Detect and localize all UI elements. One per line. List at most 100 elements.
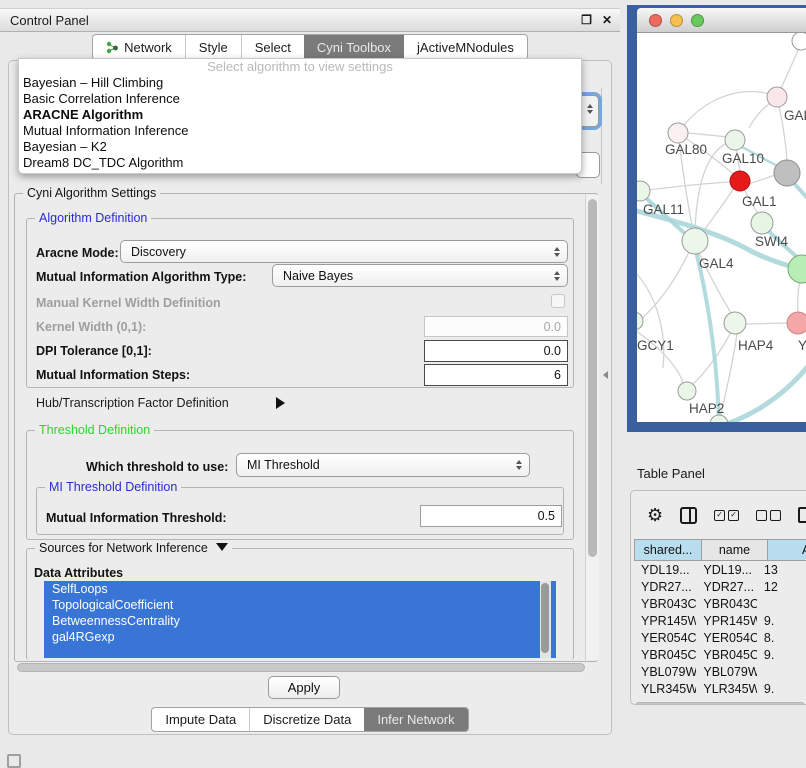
aracne-mode-value: Discovery bbox=[131, 245, 186, 259]
network-node[interactable] bbox=[787, 312, 806, 334]
tab-style[interactable]: Style bbox=[185, 35, 241, 59]
tab-discretize-data[interactable]: Discretize Data bbox=[249, 708, 364, 731]
network-node-label: SWI4 bbox=[755, 234, 788, 249]
settings-hscrollbar-thumb[interactable] bbox=[17, 663, 585, 672]
mi-threshold-field[interactable]: 0.5 bbox=[420, 505, 562, 527]
network-node[interactable] bbox=[725, 130, 745, 150]
tab-label: Cyni Toolbox bbox=[317, 40, 391, 55]
column-header-name[interactable]: name bbox=[702, 539, 768, 561]
close-icon[interactable]: ✕ bbox=[597, 13, 620, 27]
table-hscrollbar-thumb[interactable] bbox=[635, 702, 805, 705]
column-header-a[interactable]: A bbox=[768, 539, 806, 561]
which-threshold-combobox[interactable]: MI Threshold bbox=[236, 453, 530, 477]
float-window-icon[interactable]: ❒ bbox=[576, 13, 597, 27]
attribute-item[interactable]: BetweennessCentrality bbox=[44, 613, 556, 629]
gear-icon[interactable]: ⚙ bbox=[647, 506, 663, 524]
sources-title-text: Sources for Network Inference bbox=[39, 541, 208, 555]
algorithm-option[interactable]: Mutual Information Inference bbox=[19, 123, 581, 139]
table-row[interactable]: YER054CYER054C8. bbox=[634, 629, 806, 646]
tab-cyni-toolbox[interactable]: Cyni Toolbox bbox=[304, 35, 404, 59]
table-row[interactable]: YDL19...YDL19...13 bbox=[634, 561, 806, 578]
dpi-tolerance-field[interactable]: 0.0 bbox=[424, 340, 568, 362]
table-cell: 9. bbox=[757, 682, 806, 696]
network-node-label: GCY1 bbox=[637, 338, 674, 353]
restore-panel-icon[interactable] bbox=[7, 754, 21, 768]
table-row[interactable]: YBL079WYBL079W bbox=[634, 663, 806, 680]
which-threshold-label: Which threshold to use: bbox=[86, 460, 228, 474]
network-node[interactable] bbox=[678, 382, 696, 400]
tab-impute-data[interactable]: Impute Data bbox=[152, 708, 249, 731]
attribute-item[interactable]: gal4RGexp bbox=[44, 629, 556, 645]
column-header-shared[interactable]: shared... bbox=[634, 539, 702, 561]
manual-kernel-checkbox[interactable] bbox=[551, 294, 565, 308]
attribute-item[interactable]: TopologicalCoefficient bbox=[44, 597, 556, 613]
hub-expand-arrow-icon[interactable] bbox=[276, 397, 285, 409]
network-node[interactable] bbox=[637, 312, 643, 330]
algorithm-option[interactable]: Dream8 DC_TDC Algorithm bbox=[19, 155, 581, 171]
algorithm-option[interactable]: Bayesian – K2 bbox=[19, 139, 581, 155]
splitter-collapse-icon[interactable] bbox=[603, 371, 608, 379]
network-graph[interactable]: GALGAL80GAL10GAL1GAL11SWI4GAL4GCY1HAP4YH… bbox=[637, 33, 806, 422]
table-hscrollbar-track[interactable] bbox=[634, 701, 806, 705]
desktop: { "control_panel": { "title": "Control P… bbox=[0, 0, 806, 762]
aracne-mode-label: Aracne Mode: bbox=[36, 246, 119, 260]
settings-scrollbar-track[interactable] bbox=[585, 195, 599, 660]
table-row[interactable]: YLR345WYLR345W9. bbox=[634, 680, 806, 697]
apply-button[interactable]: Apply bbox=[268, 676, 340, 699]
attributes-scrollbar-thumb[interactable] bbox=[541, 583, 549, 653]
hub-definition-label: Hub/Transcription Factor Definition bbox=[36, 396, 229, 410]
network-edge bbox=[748, 175, 775, 184]
table-cell: YLR345W bbox=[696, 682, 757, 696]
table-cell: YER054C bbox=[696, 631, 757, 645]
network-node[interactable] bbox=[792, 33, 806, 50]
table-row[interactable]: YBR045CYBR045C9. bbox=[634, 646, 806, 663]
network-node[interactable] bbox=[788, 255, 806, 283]
network-node-label: GAL10 bbox=[722, 151, 764, 166]
network-node[interactable] bbox=[730, 171, 750, 191]
aracne-mode-combobox[interactable]: Discovery bbox=[120, 240, 568, 263]
tab-label: Network bbox=[124, 40, 172, 55]
table-cell: YER054C bbox=[634, 631, 696, 645]
settings-hscrollbar-track[interactable] bbox=[16, 662, 588, 673]
split-view-icon[interactable] bbox=[680, 507, 697, 524]
table-cell: YPR145W bbox=[634, 614, 696, 628]
sources-collapse-arrow-icon[interactable] bbox=[216, 543, 228, 551]
network-node-label: HAP2 bbox=[689, 401, 724, 416]
minimize-button[interactable] bbox=[670, 14, 683, 27]
mi-threshold-label: Mutual Information Threshold: bbox=[46, 511, 227, 525]
algorithm-option[interactable]: ARACNE Algorithm bbox=[19, 107, 581, 123]
network-edge bbox=[743, 323, 788, 324]
close-button[interactable] bbox=[649, 14, 662, 27]
attributes-scrollbar-track[interactable] bbox=[540, 581, 551, 658]
network-node[interactable] bbox=[767, 87, 787, 107]
network-node[interactable] bbox=[668, 123, 688, 143]
mi-steps-field[interactable]: 6 bbox=[424, 364, 568, 386]
network-node[interactable] bbox=[751, 212, 773, 234]
tab-infer-network[interactable]: Infer Network bbox=[364, 708, 467, 731]
zoom-button[interactable] bbox=[691, 14, 704, 27]
network-node[interactable] bbox=[682, 228, 708, 254]
table-row[interactable]: YPR145WYPR145W9. bbox=[634, 612, 806, 629]
table-row[interactable]: YDR27...YDR27...12 bbox=[634, 578, 806, 595]
dpi-tolerance-value: 0.0 bbox=[544, 344, 561, 358]
table-panel-title: Table Panel bbox=[627, 466, 705, 481]
settings-scrollbar-thumb[interactable] bbox=[588, 199, 597, 557]
tab-select[interactable]: Select bbox=[241, 35, 304, 59]
algorithm-option[interactable]: Basic Correlation Inference bbox=[19, 91, 581, 107]
algorithm-option[interactable]: Bayesian – Hill Climbing bbox=[19, 75, 581, 91]
select-none-icon[interactable] bbox=[756, 510, 781, 521]
tab-network[interactable]: Network bbox=[93, 35, 185, 59]
mi-type-combobox[interactable]: Naive Bayes bbox=[272, 264, 568, 287]
network-canvas[interactable]: GALGAL80GAL10GAL1GAL11SWI4GAL4GCY1HAP4YH… bbox=[637, 33, 806, 422]
select-all-icon[interactable]: ✓✓ bbox=[714, 510, 739, 521]
network-node[interactable] bbox=[724, 312, 746, 334]
table-toolbar: ⚙ ✓✓ bbox=[631, 501, 806, 529]
data-attributes-list[interactable]: SelfLoopsTopologicalCoefficientBetweenne… bbox=[44, 581, 556, 658]
tab-jactivemnodules[interactable]: jActiveMNodules bbox=[404, 35, 527, 59]
network-node[interactable] bbox=[710, 415, 728, 422]
network-node[interactable] bbox=[774, 160, 800, 186]
tab-label: Select bbox=[255, 40, 291, 55]
table-row[interactable]: YBR043CYBR043C bbox=[634, 595, 806, 612]
file-icon[interactable] bbox=[798, 507, 806, 523]
attribute-item[interactable]: SelfLoops bbox=[44, 581, 556, 597]
